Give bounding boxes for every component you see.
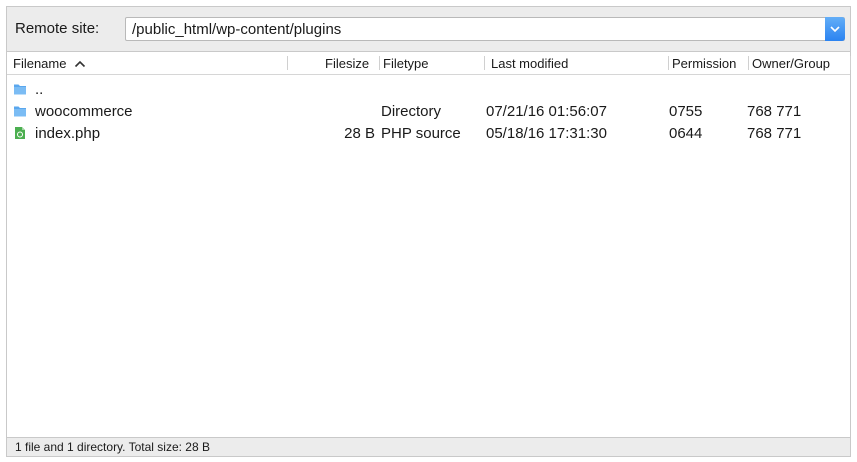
column-header-row: Filename Filesize Filetype Last modified…: [7, 52, 851, 75]
file-listing[interactable]: Filename Filesize Filetype Last modified…: [7, 51, 851, 438]
owner-group-cell: 768 771: [747, 103, 802, 120]
status-text: 1 file and 1 directory. Total size: 28 B: [15, 440, 210, 454]
status-bar: 1 file and 1 directory. Total size: 28 B: [7, 438, 850, 456]
remote-site-label: Remote site:: [15, 20, 100, 37]
remote-site-bar: Remote site: /public_html/wp-content/plu…: [7, 7, 850, 51]
column-separator[interactable]: [379, 56, 380, 70]
column-header-filetype[interactable]: Filetype: [383, 56, 429, 71]
chevron-down-icon: [830, 26, 840, 33]
remote-path-input[interactable]: /public_html/wp-content/plugins: [132, 21, 341, 38]
filetype-cell: PHP source: [381, 125, 461, 142]
path-dropdown-button[interactable]: [825, 17, 845, 41]
table-row[interactable]: ..: [7, 78, 850, 100]
column-header-permissions[interactable]: Permission: [672, 56, 736, 71]
column-separator[interactable]: [668, 56, 669, 70]
filename-cell: index.php: [35, 125, 101, 142]
column-header-last-modified[interactable]: Last modified: [491, 56, 568, 71]
chevron-up-icon: [75, 60, 86, 68]
table-row[interactable]: woocommerce Directory 07/21/16 01:56:07 …: [7, 100, 850, 122]
filename-cell: ..: [35, 81, 44, 98]
folder-icon: [14, 84, 26, 95]
column-header-owner-group[interactable]: Owner/Group: [752, 56, 830, 71]
column-header-filename[interactable]: Filename: [13, 56, 86, 71]
permissions-cell: 0755: [669, 103, 703, 120]
column-separator[interactable]: [484, 56, 485, 70]
column-header-filename-label: Filename: [13, 56, 67, 71]
filetype-cell: Directory: [381, 103, 442, 120]
owner-group-cell: 768 771: [747, 125, 802, 142]
column-separator[interactable]: [748, 56, 749, 70]
table-row[interactable]: index.php 28 B PHP source 05/18/16 17:31…: [7, 122, 850, 144]
remote-path-combobox[interactable]: /public_html/wp-content/plugins: [125, 17, 845, 41]
last-modified-cell: 05/18/16 17:31:30: [486, 125, 607, 142]
filename-cell: woocommerce: [35, 103, 133, 120]
column-separator[interactable]: [287, 56, 288, 70]
filesize-cell: 28 B: [344, 125, 375, 142]
php-file-icon: [15, 127, 25, 139]
column-header-filesize[interactable]: Filesize: [325, 56, 369, 71]
folder-icon: [14, 106, 26, 117]
last-modified-cell: 07/21/16 01:56:07: [486, 103, 607, 120]
permissions-cell: 0644: [669, 125, 703, 142]
column-separator[interactable]: [850, 56, 851, 70]
remote-site-panel: Remote site: /public_html/wp-content/plu…: [6, 6, 851, 457]
